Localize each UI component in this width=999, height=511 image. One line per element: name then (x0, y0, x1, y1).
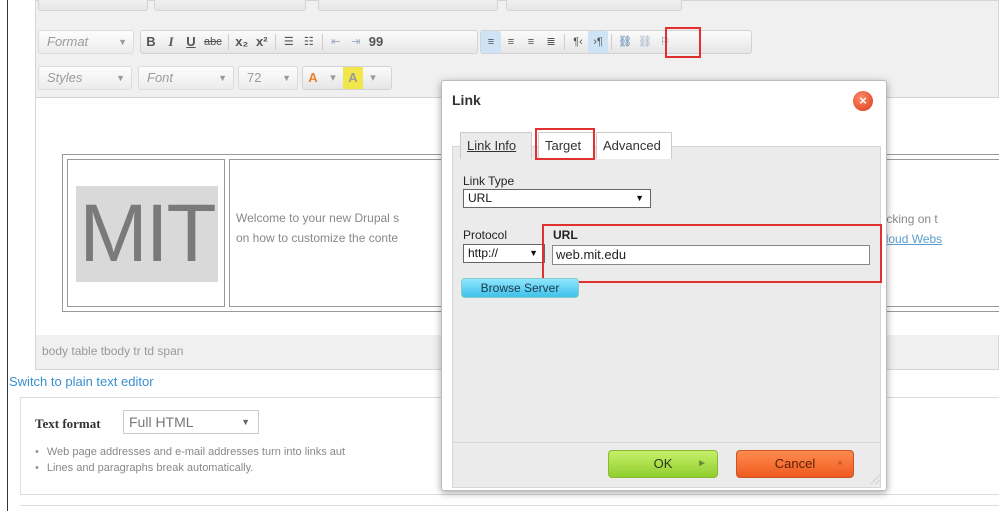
target-tab-highlight (535, 128, 595, 160)
welcome-text: Welcome to your new Drupal s on how to c… (236, 208, 399, 248)
strike-button[interactable]: abc (201, 31, 225, 53)
toolbar-separator (274, 34, 276, 50)
chevron-down-icon: ▼ (635, 193, 644, 203)
bold-button[interactable]: B (141, 31, 161, 53)
link-button-highlight (665, 27, 701, 58)
source-group[interactable] (38, 0, 148, 11)
welcome-line-1: Welcome to your new Drupal s (236, 211, 400, 225)
align-right-icon[interactable]: ≡ (521, 31, 541, 53)
tab-advanced[interactable]: Advanced (596, 132, 672, 159)
bulleted-list-icon[interactable]: ☷ (299, 31, 319, 53)
align-center-icon[interactable]: ≡ (501, 31, 521, 53)
rtl-button[interactable]: ›¶ (588, 31, 608, 53)
tab-advanced-label: Advanced (603, 138, 661, 153)
text-format-select[interactable]: Full HTML ▼ (123, 410, 259, 434)
close-icon: × (837, 458, 843, 469)
styles-combo[interactable]: Styles ▼ (38, 66, 132, 90)
format-tips: Web page addresses and e-mail addresses … (35, 444, 345, 476)
page-left-border (0, 0, 8, 511)
alignment-group: ≡ ≡ ≡ ≣ ¶‹ ›¶ ⛓ ⛓ ⚐ (480, 30, 752, 54)
tab-link-info-label: Link Info (467, 138, 517, 153)
clipboard-group[interactable] (154, 0, 306, 11)
chevron-down-icon: ▼ (529, 248, 538, 258)
insert-group[interactable] (506, 0, 682, 11)
url-input[interactable]: web.mit.edu (552, 245, 870, 265)
bottom-divider (20, 505, 999, 511)
bg-color-button[interactable]: A (343, 67, 363, 89)
chevron-down-icon: ▼ (241, 417, 250, 427)
font-combo[interactable]: Font ▼ (138, 66, 234, 90)
chevron-down-icon: ▼ (118, 37, 127, 47)
protocol-select[interactable]: http:// ▼ (463, 244, 545, 263)
protocol-value: http:// (468, 246, 499, 260)
justify-icon[interactable]: ≣ (541, 31, 561, 53)
ltr-button[interactable]: ¶‹ (568, 31, 588, 53)
toolbar-separator (321, 34, 323, 50)
toolbar-row-2: Format ▼ B I U abc x₂ x² ☰ ☷ ⇤ ⇥ 99 ≡ ≡ … (36, 27, 998, 58)
tip-item: Lines and paragraphs break automatically… (35, 460, 345, 476)
resize-grip-icon[interactable] (870, 474, 880, 484)
blockquote-button[interactable]: 99 (366, 31, 386, 53)
link-icon[interactable]: ⛓ (615, 31, 635, 53)
switch-plain-text-link[interactable]: Switch to plain text editor (9, 374, 154, 389)
font-combo-label: Font (147, 70, 174, 85)
format-combo[interactable]: Format ▼ (38, 30, 134, 54)
url-label: URL (553, 228, 578, 242)
protocol-label: Protocol (463, 228, 508, 242)
ok-button[interactable]: OK ► (608, 450, 718, 478)
outdent-icon[interactable]: ⇤ (326, 31, 346, 53)
table-cell-logo: MIT (67, 159, 225, 307)
link-dialog: Link × Link Type URL ▼ Protocol http:// … (441, 80, 887, 491)
underline-button[interactable]: U (181, 31, 201, 53)
basic-styles-group: B I U abc x₂ x² ☰ ☷ ⇤ ⇥ 99 (140, 30, 478, 54)
size-combo[interactable]: 72 ▼ (238, 66, 298, 90)
subscript-button[interactable]: x₂ (232, 31, 252, 53)
toolbar-separator (227, 34, 229, 50)
link-type-select[interactable]: URL ▼ (463, 189, 651, 208)
unlink-icon[interactable]: ⛓ (635, 31, 655, 53)
chevron-down-icon: ▼ (116, 73, 125, 83)
toolbar-separator (564, 34, 565, 50)
ok-button-label: OK (653, 456, 673, 471)
styles-combo-label: Styles (47, 70, 83, 85)
cancel-button-label: Cancel (774, 456, 816, 471)
cancel-button[interactable]: Cancel × (736, 450, 854, 478)
numbered-list-icon[interactable]: ☰ (279, 31, 299, 53)
welcome-line-2: on how to customize the conte (236, 231, 399, 245)
close-icon[interactable]: × (853, 91, 873, 111)
text-format-value: Full HTML (129, 414, 194, 430)
arrow-right-icon: ► (697, 458, 707, 469)
text-color-button[interactable]: A (303, 67, 323, 89)
mit-logo: MIT (76, 186, 218, 282)
edit-group[interactable] (318, 0, 498, 11)
chevron-down-icon[interactable]: ▾ (363, 67, 383, 89)
size-combo-label: 72 (247, 70, 262, 85)
chevron-down-icon: ▼ (218, 73, 227, 83)
chevron-down-icon: ▼ (282, 73, 291, 83)
link-type-label: Link Type (463, 174, 515, 188)
indent-icon[interactable]: ⇥ (346, 31, 366, 53)
text-format-label: Text format (35, 416, 101, 431)
superscript-button[interactable]: x² (252, 31, 272, 53)
tab-link-info[interactable]: Link Info (460, 132, 532, 159)
tip-item: Web page addresses and e-mail addresses … (35, 444, 345, 460)
toolbar-row-1 (36, 0, 998, 17)
browse-server-button[interactable]: Browse Server (461, 278, 579, 298)
format-combo-label: Format (47, 34, 89, 49)
link-type-value: URL (468, 191, 493, 205)
italic-button[interactable]: I (161, 31, 181, 53)
align-left-icon[interactable]: ≡ (481, 31, 501, 53)
dialog-title: Link (452, 92, 481, 108)
toolbar-separator (611, 34, 612, 50)
color-group: A ▾ A ▾ (302, 66, 392, 90)
chevron-down-icon[interactable]: ▾ (323, 67, 343, 89)
